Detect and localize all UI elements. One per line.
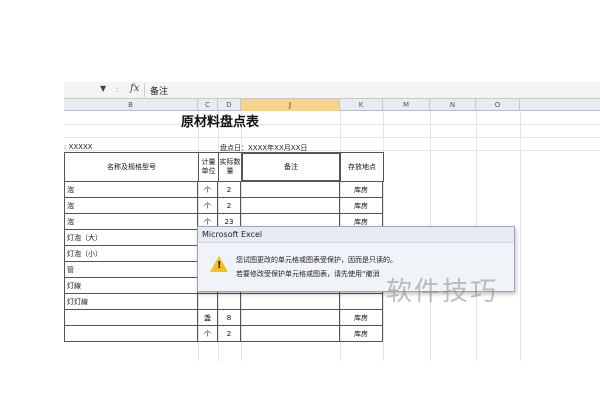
cell-qty[interactable] xyxy=(218,294,241,310)
dialog-message-line-1: 您试图更改的单元格或图表受保护，因而是只读的。 xyxy=(236,256,397,264)
cell-name[interactable]: 泡 xyxy=(64,198,198,214)
header-qty[interactable]: 实际数量 xyxy=(218,152,242,182)
cell-qty[interactable]: 2 xyxy=(218,198,241,214)
column-header-j[interactable]: J xyxy=(241,99,340,111)
column-header-k[interactable]: K xyxy=(340,99,383,111)
cell-name[interactable]: 泡 xyxy=(64,214,198,230)
sheet-title: 原材料盘点表 xyxy=(180,115,259,130)
warning-icon-mark: ! xyxy=(217,260,222,271)
cell-note[interactable] xyxy=(241,198,340,214)
cell-unit[interactable] xyxy=(198,294,218,310)
cell-name[interactable]: 灯泡（小） xyxy=(64,246,198,262)
cell-qty[interactable]: 2 xyxy=(218,326,241,342)
watermark-text: 软件技巧 xyxy=(386,277,499,307)
column-header-c[interactable]: C xyxy=(198,99,218,111)
table-row: 盏 8 库房 xyxy=(64,310,384,326)
name-box-dropdown-icon[interactable]: ▼ xyxy=(100,84,106,93)
dialog-message-line-2: 若要修改受保护单元格或图表，请先使用“撤消 xyxy=(236,270,380,278)
dialog-titlebar[interactable]: Microsoft Excel xyxy=(198,227,514,243)
insert-function-icon[interactable]: fx xyxy=(130,83,139,94)
cell-note[interactable] xyxy=(241,294,340,310)
header-unit[interactable]: 计量单位 xyxy=(198,152,219,182)
column-header-o[interactable]: O xyxy=(476,99,520,111)
cell-qty[interactable]: 8 xyxy=(218,310,241,326)
formula-bar: ▼ : fx 备注 xyxy=(64,82,600,99)
cell-note[interactable] xyxy=(241,326,340,342)
column-header-strip: B C D J K M N O xyxy=(64,99,600,111)
column-header-d[interactable]: D xyxy=(218,99,241,111)
cell-note[interactable] xyxy=(241,182,340,198)
table-row: 灯灯線 xyxy=(64,294,384,310)
cell-location[interactable] xyxy=(340,294,383,310)
cell-unit[interactable]: 个 xyxy=(198,198,218,214)
cell-name[interactable]: 灯泡（大） xyxy=(64,230,198,246)
cell-location[interactable]: 库房 xyxy=(340,198,383,214)
cell-name[interactable]: 管 xyxy=(64,262,198,278)
column-header-n[interactable]: N xyxy=(430,99,476,111)
header-location[interactable]: 存放地点 xyxy=(340,152,384,182)
column-header-m[interactable]: M xyxy=(383,99,430,111)
cell-name[interactable] xyxy=(64,326,198,342)
cell-name[interactable]: 灯灯線 xyxy=(64,294,198,310)
formula-bar-divider xyxy=(144,83,145,97)
table-row: 泡个 2 库房 xyxy=(64,198,384,214)
table-row: 泡个 2 库房 xyxy=(64,182,384,198)
formula-bar-input[interactable]: 备注 xyxy=(150,84,168,97)
cell-name[interactable] xyxy=(64,310,198,326)
cell-unit[interactable]: 盏 xyxy=(198,310,218,326)
cell-location[interactable]: 库房 xyxy=(340,182,383,198)
cell-name[interactable]: 泡 xyxy=(64,182,198,198)
formula-bar-separator: : xyxy=(116,85,119,94)
header-name-spec[interactable]: 名称及规格型号 xyxy=(64,152,199,182)
header-note[interactable]: 备注 xyxy=(241,152,341,182)
excel-screenshot: ▼ : fx 备注 B C D J K M N O 原材料盘点表 : XXXXX… xyxy=(0,0,600,400)
info-left-label: : XXXXX xyxy=(64,143,93,151)
cell-unit[interactable]: 个 xyxy=(198,326,218,342)
dialog-title: Microsoft Excel xyxy=(202,230,263,239)
table-row: 个 2 库房 xyxy=(64,326,384,342)
cell-qty[interactable]: 2 xyxy=(218,182,241,198)
cell-location[interactable]: 库房 xyxy=(340,326,383,342)
cell-unit[interactable]: 个 xyxy=(198,182,218,198)
cell-location[interactable]: 库房 xyxy=(340,310,383,326)
cell-name[interactable]: 灯線 xyxy=(64,278,198,294)
cell-note[interactable] xyxy=(241,310,340,326)
column-header-b[interactable]: B xyxy=(64,99,198,111)
